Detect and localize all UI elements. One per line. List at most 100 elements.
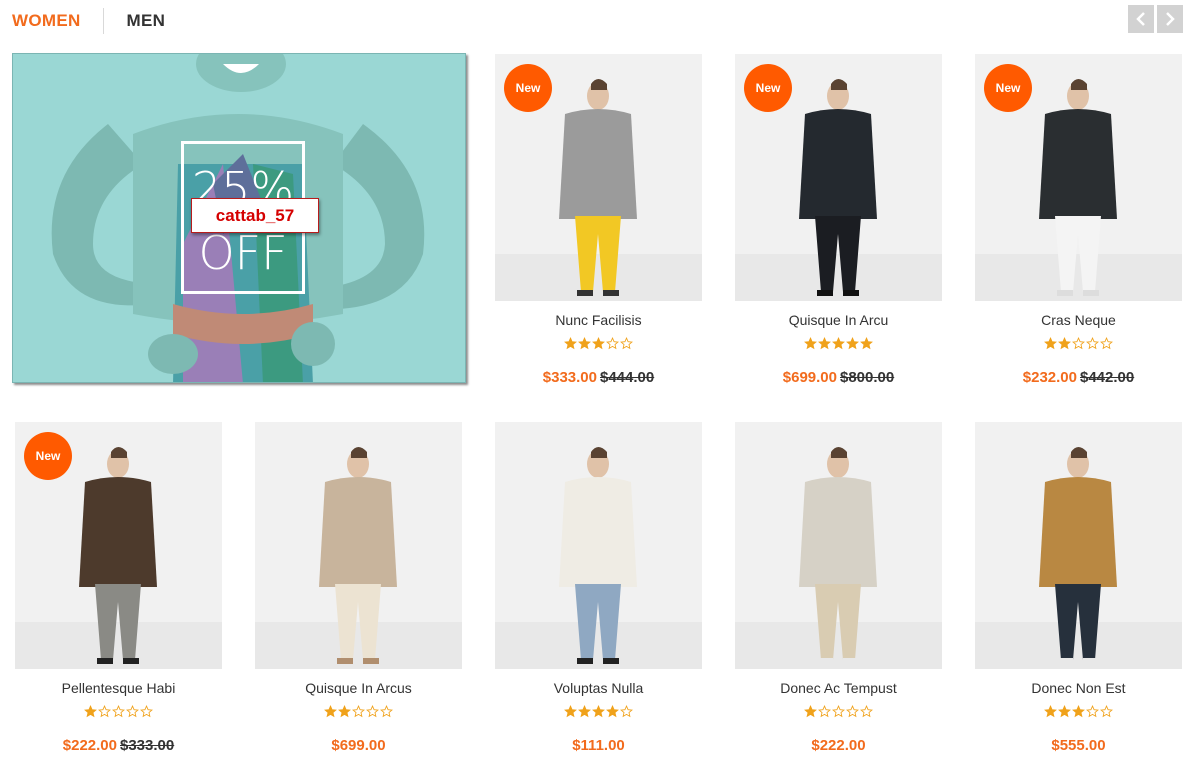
star-empty-icon [126, 705, 139, 718]
star-empty-icon [846, 705, 859, 718]
star-filled-icon [1058, 337, 1071, 350]
new-badge: New [984, 64, 1032, 112]
star-empty-icon [140, 705, 153, 718]
price-old: $333.00 [120, 737, 175, 754]
price-row: $699.00 [255, 737, 462, 754]
star-filled-icon [606, 705, 619, 718]
product-name[interactable]: Quisque In Arcu [735, 312, 942, 328]
price-current: $222.00 [811, 737, 866, 754]
carousel-nav [1128, 5, 1183, 33]
product-image[interactable]: New [735, 54, 942, 301]
product-name[interactable]: Voluptas Nulla [495, 680, 702, 696]
rating-stars [15, 705, 222, 721]
star-filled-icon [592, 705, 605, 718]
product-card[interactable]: New Cras Neque $232.00 $442.00 [975, 54, 1182, 386]
rating-stars [495, 337, 702, 353]
star-empty-icon [1100, 705, 1113, 718]
promo-off: OFF [198, 226, 288, 280]
star-filled-icon [578, 337, 591, 350]
product-photo [735, 447, 942, 669]
star-empty-icon [112, 705, 125, 718]
star-filled-icon [804, 705, 817, 718]
star-filled-icon [338, 705, 351, 718]
promo-banner[interactable]: 25% OFF cattab_57 [12, 53, 466, 383]
price-current: $232.00 [1022, 369, 1077, 386]
price-row: $111.00 [495, 737, 702, 754]
star-filled-icon [1058, 705, 1071, 718]
star-filled-icon [804, 337, 817, 350]
star-empty-icon [352, 705, 365, 718]
product-image[interactable]: New [975, 54, 1182, 301]
star-empty-icon [380, 705, 393, 718]
star-filled-icon [1044, 705, 1057, 718]
price-row: $222.00 [735, 737, 942, 754]
star-filled-icon [84, 705, 97, 718]
price-current: $699.00 [331, 737, 386, 754]
tab-men[interactable]: MEN [127, 11, 166, 31]
product-photo [975, 447, 1182, 669]
star-filled-icon [832, 337, 845, 350]
product-name[interactable]: Donec Non Est [975, 680, 1182, 696]
new-badge: New [744, 64, 792, 112]
star-filled-icon [1072, 705, 1085, 718]
prev-button[interactable] [1128, 5, 1154, 33]
new-badge: New [504, 64, 552, 112]
star-empty-icon [832, 705, 845, 718]
product-card[interactable]: Donec Non Est $555.00 [975, 422, 1182, 754]
product-card[interactable]: Quisque In Arcus $699.00 [255, 422, 462, 754]
product-image[interactable]: New [495, 54, 702, 301]
star-empty-icon [1072, 337, 1085, 350]
star-filled-icon [324, 705, 337, 718]
product-photo [255, 447, 462, 669]
next-button[interactable] [1157, 5, 1183, 33]
rating-stars [255, 705, 462, 721]
star-empty-icon [1100, 337, 1113, 350]
price-old: $442.00 [1080, 369, 1135, 386]
price-old: $800.00 [840, 369, 895, 386]
star-empty-icon [1086, 337, 1099, 350]
star-filled-icon [564, 705, 577, 718]
price-current: $222.00 [62, 737, 117, 754]
product-image[interactable] [495, 422, 702, 669]
rating-stars [975, 705, 1182, 721]
star-empty-icon [606, 337, 619, 350]
product-name[interactable]: Quisque In Arcus [255, 680, 462, 696]
price-row: $232.00 $442.00 [975, 369, 1182, 386]
product-card[interactable]: Donec Ac Tempust $222.00 [735, 422, 942, 754]
chevron-left-icon [1136, 12, 1145, 26]
product-card[interactable]: Voluptas Nulla $111.00 [495, 422, 702, 754]
rating-stars [735, 705, 942, 721]
price-row: $555.00 [975, 737, 1182, 754]
price-current: $333.00 [542, 369, 597, 386]
product-image[interactable] [735, 422, 942, 669]
product-name[interactable]: Nunc Facilisis [495, 312, 702, 328]
product-name[interactable]: Pellentesque Habi [15, 680, 222, 696]
price-current: $699.00 [782, 369, 837, 386]
star-empty-icon [366, 705, 379, 718]
category-tabs: WOMEN MEN [12, 8, 165, 34]
cattab-overlay-label: cattab_57 [191, 198, 319, 233]
tab-women[interactable]: WOMEN [12, 11, 81, 31]
product-image[interactable]: New [15, 422, 222, 669]
product-card[interactable]: New Nunc Facilisis $333.00 $444.00 [495, 54, 702, 386]
rating-stars [735, 337, 942, 353]
chevron-right-icon [1166, 12, 1175, 26]
product-name[interactable]: Cras Neque [975, 312, 1182, 328]
rating-stars [495, 705, 702, 721]
star-filled-icon [1044, 337, 1057, 350]
product-card[interactable]: New Quisque In Arcu $699.00 $800.00 [735, 54, 942, 386]
price-row: $222.00 $333.00 [15, 737, 222, 754]
product-card[interactable]: New Pellentesque Habi $222.00 $333.00 [15, 422, 222, 754]
star-empty-icon [98, 705, 111, 718]
tab-divider [102, 8, 104, 34]
new-badge: New [24, 432, 72, 480]
product-image[interactable] [975, 422, 1182, 669]
star-filled-icon [592, 337, 605, 350]
price-old: $444.00 [600, 369, 655, 386]
star-empty-icon [860, 705, 873, 718]
product-name[interactable]: Donec Ac Tempust [735, 680, 942, 696]
star-empty-icon [620, 705, 633, 718]
product-image[interactable] [255, 422, 462, 669]
price-current: $555.00 [1051, 737, 1106, 754]
star-empty-icon [1086, 705, 1099, 718]
